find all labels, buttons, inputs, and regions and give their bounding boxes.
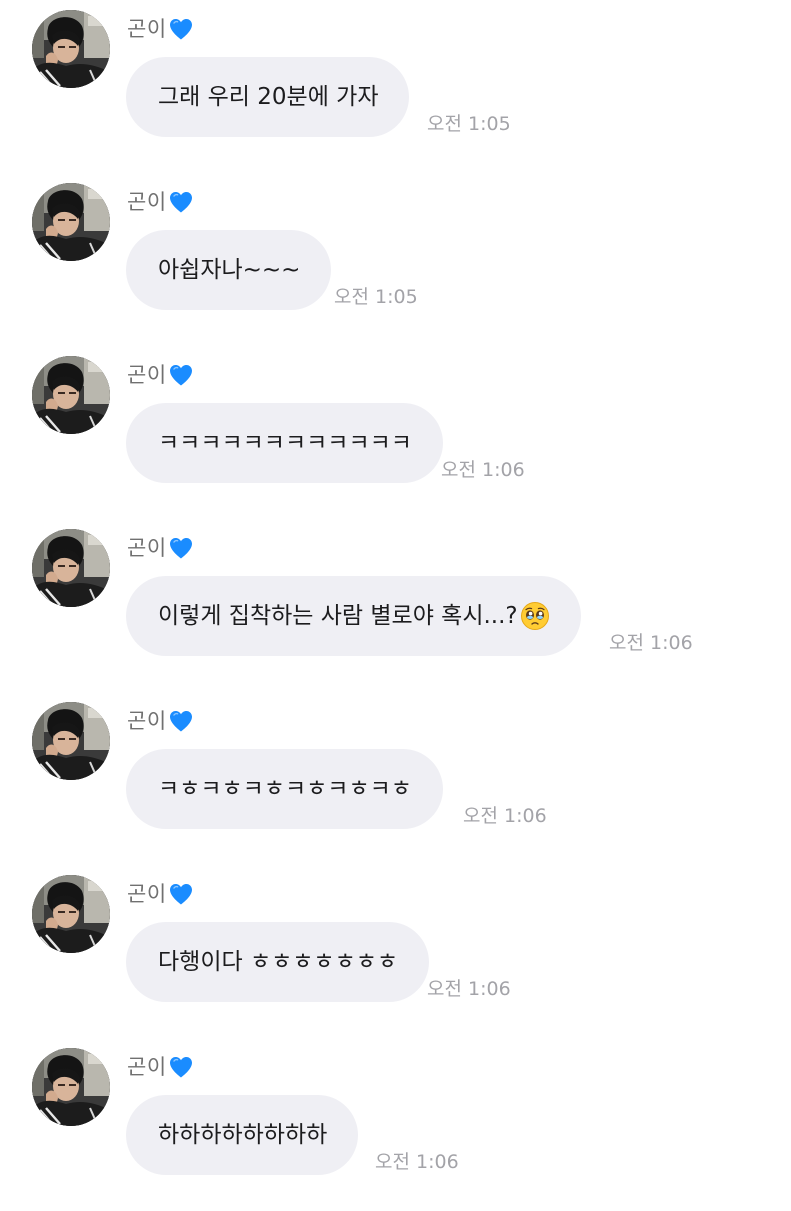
message-bubble[interactable]: 하하하하하하하하 (126, 1095, 359, 1175)
avatar[interactable] (32, 356, 110, 434)
blue-heart-icon (168, 536, 194, 560)
sender-name: 곤이 (127, 536, 167, 560)
chat-message: 곤이 ㅋㅋㅋㅋㅋㅋㅋㅋㅋㅋㅋㅋ 오전 1:06 (0, 346, 791, 519)
avatar[interactable] (32, 10, 110, 88)
message-bubble[interactable]: 그래 우리 20분에 가자 (126, 57, 410, 137)
message-timestamp: 오전 1:05 (334, 286, 418, 308)
sender-label: 곤이 (127, 1052, 194, 1082)
avatar[interactable] (32, 529, 110, 607)
chat-message: 곤이 이렇게 집착하는 사람 별로야 혹시...? 오전 1:06 (0, 519, 791, 692)
message-text: 하하하하하하하하 (158, 1122, 328, 1148)
blue-heart-icon (168, 882, 194, 906)
chat-message: 곤이 다행이다 ㅎㅎㅎㅎㅎㅎㅎ 오전 1:06 (0, 865, 791, 1038)
sender-label: 곤이 (127, 14, 194, 44)
message-timestamp: 오전 1:06 (427, 978, 511, 1000)
avatar[interactable] (32, 875, 110, 953)
avatar[interactable] (32, 702, 110, 780)
blue-heart-icon (168, 17, 194, 41)
avatar[interactable] (32, 1048, 110, 1126)
message-timestamp: 오전 1:06 (441, 459, 525, 481)
sender-label: 곤이 (127, 879, 194, 909)
chat-message: 곤이 그래 우리 20분에 가자 오전 1:05 (0, 0, 791, 173)
sender-label: 곤이 (127, 187, 194, 217)
message-timestamp: 오전 1:06 (375, 1151, 459, 1173)
blue-heart-icon (168, 363, 194, 387)
chat-message: 곤이 아쉽자나~~~ 오전 1:05 (0, 173, 791, 346)
sender-name: 곤이 (127, 882, 167, 906)
message-text: 이렇게 집착하는 사람 별로야 혹시...? (158, 603, 518, 629)
sender-label: 곤이 (127, 533, 194, 563)
sender-name: 곤이 (127, 17, 167, 41)
message-text: 다행이다 ㅎㅎㅎㅎㅎㅎㅎ (158, 949, 399, 975)
message-text: 아쉽자나~~~ (158, 257, 301, 283)
message-timestamp: 오전 1:05 (427, 113, 511, 135)
message-text: ㅋㅎㅋㅎㅋㅎㅋㅎㅋㅎㅋㅎ (158, 776, 412, 802)
message-bubble[interactable]: 이렇게 집착하는 사람 별로야 혹시...? (126, 576, 581, 656)
message-bubble[interactable]: 다행이다 ㅎㅎㅎㅎㅎㅎㅎ (126, 922, 430, 1002)
sender-name: 곤이 (127, 190, 167, 214)
pleading-face-icon (520, 601, 550, 631)
message-bubble[interactable]: ㅋㅎㅋㅎㅋㅎㅋㅎㅋㅎㅋㅎ (126, 749, 443, 829)
sender-label: 곤이 (127, 706, 194, 736)
chat-message: 곤이 ㅋㅎㅋㅎㅋㅎㅋㅎㅋㅎㅋㅎ 오전 1:06 (0, 692, 791, 865)
sender-name: 곤이 (127, 363, 167, 387)
message-timestamp: 오전 1:06 (609, 632, 693, 654)
chat-message-list[interactable]: 곤이 그래 우리 20분에 가자 오전 1:05 곤이 아쉽자나~~~ 오전 1… (0, 0, 791, 1200)
blue-heart-icon (168, 190, 194, 214)
chat-message: 곤이 하하하하하하하하 오전 1:06 (0, 1038, 791, 1211)
message-bubble[interactable]: 아쉽자나~~~ (126, 230, 332, 310)
message-text: 그래 우리 20분에 가자 (158, 84, 379, 110)
sender-label: 곤이 (127, 360, 194, 390)
message-text: ㅋㅋㅋㅋㅋㅋㅋㅋㅋㅋㅋㅋ (158, 430, 412, 456)
message-bubble[interactable]: ㅋㅋㅋㅋㅋㅋㅋㅋㅋㅋㅋㅋ (126, 403, 443, 483)
blue-heart-icon (168, 1055, 194, 1079)
message-timestamp: 오전 1:06 (463, 805, 547, 827)
blue-heart-icon (168, 709, 194, 733)
avatar[interactable] (32, 183, 110, 261)
sender-name: 곤이 (127, 709, 167, 733)
sender-name: 곤이 (127, 1055, 167, 1079)
